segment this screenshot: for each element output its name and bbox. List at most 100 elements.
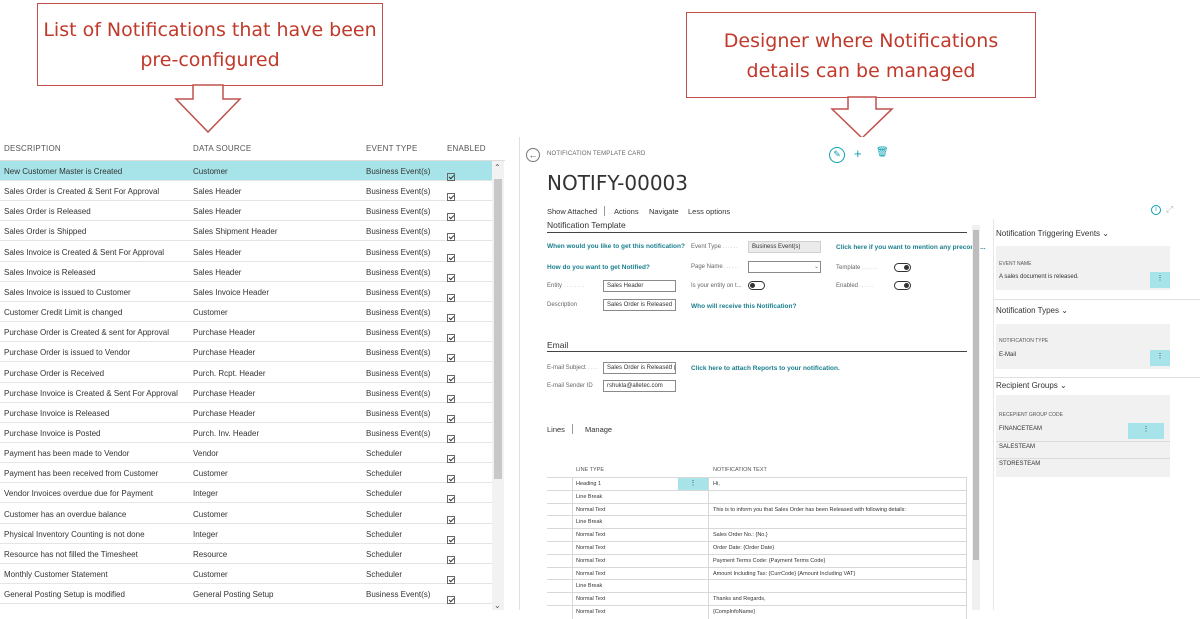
scroll-up-icon[interactable]: ⌃ <box>494 163 501 172</box>
row-description[interactable]: Sales Invoice is Released <box>4 268 96 277</box>
recipient-group-row[interactable]: STORESTEAM <box>999 461 1040 467</box>
line-type-cell[interactable]: Normal Text <box>576 596 605 602</box>
card-scrollbar[interactable] <box>972 225 980 610</box>
line-type-cell[interactable]: Normal Text <box>576 545 605 551</box>
line-row[interactable]: Normal Text This is to inform you that Sa… <box>547 502 967 517</box>
notification-text-cell[interactable]: Sales Order No.: {No.} <box>713 532 768 538</box>
header-description[interactable]: DESCRIPTION <box>4 144 61 153</box>
notification-text-cell[interactable]: This is to inform you that Sales Order h… <box>713 507 906 513</box>
how-notify-link[interactable]: How do you want to get Notified? <box>547 264 650 271</box>
list-scrollbar[interactable]: ⌃ ⌄ <box>492 161 504 610</box>
actions-menu[interactable]: Actions <box>614 207 639 216</box>
table-row[interactable]: Resource has not filled the Timesheet Res… <box>0 544 492 564</box>
line-type-cell[interactable]: Line Break <box>576 494 602 500</box>
table-row[interactable]: Sales Order is Created & Sent For Approv… <box>0 181 492 202</box>
table-row[interactable]: Customer Credit Limit is changed Customer… <box>0 302 492 323</box>
table-row[interactable]: Payment has been made to Vendor Vendor Sch… <box>0 443 492 464</box>
template-section-title[interactable]: Notification Template <box>547 220 626 230</box>
line-row[interactable]: Normal Text Sales Order No.: {No.} <box>547 528 967 542</box>
line-row[interactable]: Normal Text Payment Terms Code: {Payment … <box>547 553 967 568</box>
expand-icon[interactable]: ⤢ <box>1166 204 1173 215</box>
notification-text-cell[interactable]: Order Date: {Order Date} <box>713 545 774 551</box>
row-description[interactable]: General Posting Setup is modified <box>4 590 125 599</box>
line-type-cell[interactable]: Heading 1 <box>576 481 601 487</box>
row-description[interactable]: Monthly Customer Statement <box>4 570 108 579</box>
row-description[interactable]: Vendor Invoices overdue due for Payment <box>4 489 153 498</box>
less-options-button[interactable]: Less options <box>688 207 730 216</box>
navigate-menu[interactable]: Navigate <box>649 207 679 216</box>
row-description[interactable]: Purchase Order is Received <box>4 369 104 378</box>
table-row[interactable]: Purchase Invoice is Released Purchase Hea… <box>0 403 492 423</box>
more-options-icon[interactable]: ⋮ <box>1150 350 1170 366</box>
row-description[interactable]: Payment has been received from Customer <box>4 469 158 478</box>
table-row[interactable]: Physical Inventory Counting is not done I… <box>0 524 492 544</box>
row-description[interactable]: Customer Credit Limit is changed <box>4 308 122 317</box>
line-row[interactable]: Normal Text Thanks and Regards, <box>547 592 967 606</box>
table-row[interactable]: Sales Invoice is issued to Customer Sales… <box>0 282 492 302</box>
page-name-select[interactable] <box>748 261 821 273</box>
tab-manage[interactable]: Manage <box>585 425 612 434</box>
notification-type-value[interactable]: E-Mail <box>999 352 1016 358</box>
row-description[interactable]: New Customer Master is Created <box>4 167 122 176</box>
scroll-down-icon[interactable]: ⌄ <box>494 601 501 610</box>
event-type-field[interactable]: Business Event(s) <box>748 241 821 253</box>
line-row[interactable]: Line Break <box>547 579 967 594</box>
table-row[interactable]: Sales Invoice is Created & Sent For Appr… <box>0 242 492 262</box>
table-row[interactable]: New Customer Master is Created Customer Bu… <box>0 161 492 181</box>
recipient-group-row[interactable]: SALESTEAM <box>999 444 1035 450</box>
notification-text-cell[interactable]: Payment Terms Code: {Payment Terms Code} <box>713 558 825 564</box>
line-row[interactable]: Normal Text {CompInfoName} <box>547 605 967 619</box>
table-row[interactable]: Purchase Order is issued to Vendor Purcha… <box>0 342 492 363</box>
notification-text-cell[interactable]: Amount Including Tax: {CurrCode} {Amount… <box>713 571 855 577</box>
line-row[interactable]: Line Break <box>547 515 967 530</box>
row-description[interactable]: Sales Order is Created & Sent For Approv… <box>4 187 159 196</box>
notification-types-title[interactable]: Notification Types ⌄ <box>996 306 1068 315</box>
table-row[interactable]: Sales Order is Shipped Sales Shipment Hea… <box>0 221 492 242</box>
show-attached-button[interactable]: Show Attached <box>547 207 597 216</box>
row-description[interactable]: Payment has been made to Vendor <box>4 449 129 458</box>
table-row[interactable]: Sales Invoice is Released Sales Header Bus… <box>0 262 492 282</box>
recipient-groups-title[interactable]: Recipient Groups ⌄ <box>996 381 1067 390</box>
table-row[interactable]: Monthly Customer Statement Customer Schedu… <box>0 564 492 584</box>
line-type-header[interactable]: LINE TYPE <box>576 467 604 473</box>
line-type-cell[interactable]: Normal Text <box>576 532 605 538</box>
back-arrow-icon[interactable]: ← <box>526 148 540 162</box>
line-type-cell[interactable]: Normal Text <box>576 507 605 513</box>
plus-icon[interactable]: + <box>854 146 862 161</box>
line-row[interactable]: Line Break <box>547 489 967 504</box>
table-row[interactable]: Customer has an overdue balance Customer S… <box>0 504 492 524</box>
precondition-link[interactable]: Click here if you want to mention any pr… <box>836 244 986 251</box>
row-description[interactable]: Purchase Order is Created & sent for App… <box>4 328 169 337</box>
enabled-toggle[interactable] <box>894 281 911 290</box>
card-scroll-thumb[interactable] <box>973 230 979 560</box>
row-description[interactable]: Purchase Invoice is Released <box>4 409 109 418</box>
more-options-icon[interactable]: ⋮ <box>1128 423 1164 439</box>
row-description[interactable]: Purchase Invoice is Created & Sent For A… <box>4 389 178 398</box>
line-row[interactable]: Normal Text Order Date: {Order Date} <box>547 541 967 555</box>
table-row[interactable]: Purchase Invoice is Posted Purch. Inv. He… <box>0 423 492 443</box>
email-section-title[interactable]: Email <box>547 340 568 350</box>
when-notify-link[interactable]: When would you like to get this notifica… <box>547 243 685 250</box>
row-description[interactable]: Purchase Invoice is Posted <box>4 429 101 438</box>
table-row[interactable]: General Posting Setup is modified General… <box>0 584 492 605</box>
table-row[interactable]: Payment has been received from Customer C… <box>0 463 492 484</box>
recipient-group-row[interactable]: FINANCETEAM <box>999 426 1042 432</box>
row-description[interactable]: Physical Inventory Counting is not done <box>4 530 145 539</box>
header-data-source[interactable]: DATA SOURCE <box>193 144 251 153</box>
tab-lines[interactable]: Lines <box>547 425 565 434</box>
trash-icon[interactable]: 🗑 <box>876 147 889 158</box>
row-description[interactable]: Sales Order is Released <box>4 207 91 216</box>
line-type-cell[interactable]: Normal Text <box>576 571 605 577</box>
header-event-type[interactable]: EVENT TYPE <box>366 144 418 153</box>
row-description[interactable]: Sales Order is Shipped <box>4 227 86 236</box>
table-row[interactable]: Purchase Invoice is Created & Sent For A… <box>0 383 492 403</box>
table-row[interactable]: Sales Order is Released Sales Header Busin… <box>0 201 492 222</box>
more-options-icon[interactable]: ⋮ <box>1150 272 1170 288</box>
list-scroll-thumb[interactable] <box>494 179 502 479</box>
row-description[interactable]: Sales Invoice is issued to Customer <box>4 288 131 297</box>
row-description[interactable]: Purchase Order is issued to Vendor <box>4 348 130 357</box>
ellipsis-icon[interactable]: ··· <box>666 362 673 369</box>
notification-text-cell[interactable]: Hi, <box>713 481 720 487</box>
email-sender-field[interactable]: rshukla@alletec.com <box>603 380 676 392</box>
row-description[interactable]: Sales Invoice is Created & Sent For Appr… <box>4 248 164 257</box>
